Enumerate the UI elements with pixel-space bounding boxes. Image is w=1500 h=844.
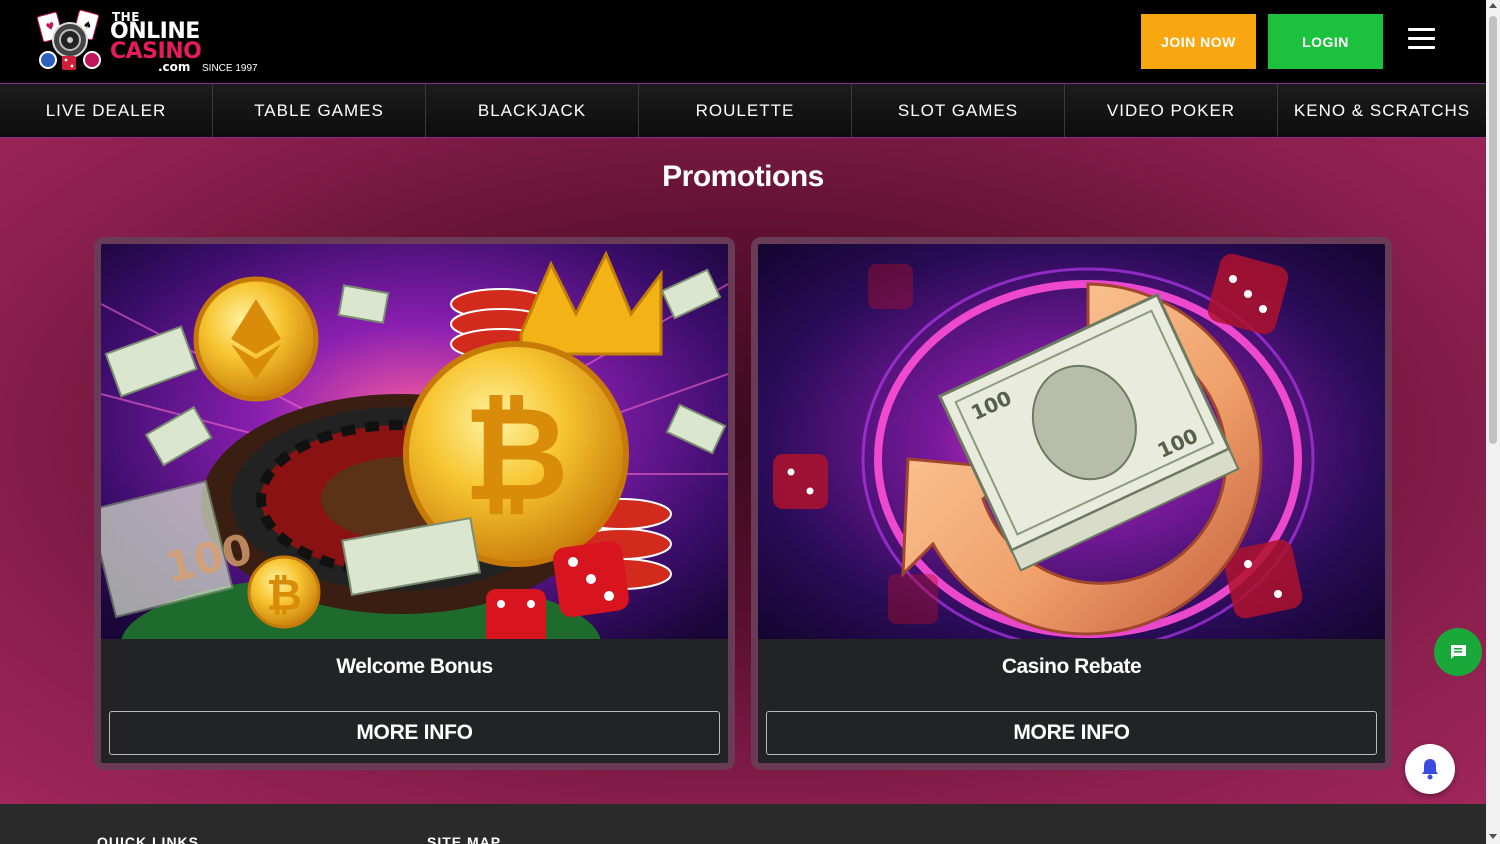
nav-item-video-poker[interactable]: VIDEO POKER	[1065, 84, 1278, 137]
casino-rebate-image[interactable]: 100 100	[758, 244, 1385, 639]
page: ♥ ♠ THE ONLINE CASINO .com SINCE 1997 JO…	[0, 0, 1500, 844]
nav-item-roulette[interactable]: ROULETTE	[639, 84, 852, 137]
site-logo[interactable]: ♥ ♠ THE ONLINE CASINO .com SINCE 1997	[34, 8, 264, 78]
nav-item-slot-games[interactable]: SLOT GAMES	[852, 84, 1065, 137]
notification-button[interactable]	[1405, 744, 1455, 794]
nav-item-table-games[interactable]: TABLE GAMES	[213, 84, 426, 137]
scroll-down-arrow-icon[interactable]	[1489, 834, 1497, 839]
nav-item-live-dealer[interactable]: LIVE DEALER	[0, 84, 213, 137]
promo-card-casino-rebate: 100 100 Casino Rebate MORE INFO	[751, 237, 1392, 770]
more-info-button[interactable]: MORE INFO	[109, 711, 720, 755]
join-now-button[interactable]: JOIN NOW	[1141, 14, 1256, 69]
logo-text-com: .com	[158, 60, 191, 74]
promo-card-body: 100 100 Casino Rebate MORE INFO	[758, 244, 1385, 763]
promo-card-body: ₿ ₿ 100 Welcome Bonus MORE INFO	[101, 244, 728, 763]
site-footer: QUICK LINKS SITE MAP	[0, 804, 1486, 844]
site-header: ♥ ♠ THE ONLINE CASINO .com SINCE 1997 JO…	[0, 0, 1486, 84]
scroll-thumb[interactable]	[1489, 16, 1497, 444]
svg-text:₿: ₿	[463, 378, 569, 530]
page-scrollbar[interactable]	[1486, 0, 1500, 844]
footer-heading-quick-links: QUICK LINKS	[97, 834, 199, 844]
page-title: Promotions	[662, 160, 824, 193]
footer-heading-site-map: SITE MAP	[427, 834, 502, 844]
nav-item-keno-scratchs[interactable]: KENO & SCRATCHS	[1278, 84, 1486, 137]
promo-card-title: Welcome Bonus	[336, 655, 493, 678]
chat-button[interactable]	[1434, 628, 1482, 676]
scroll-up-arrow-icon[interactable]	[1489, 3, 1497, 8]
login-button[interactable]: LOGIN	[1268, 14, 1383, 69]
hamburger-menu-icon[interactable]	[1408, 28, 1438, 52]
logo-chips-icon: ♥ ♠	[36, 10, 101, 70]
logo-text-since: SINCE 1997	[202, 63, 258, 74]
welcome-bonus-image[interactable]: ₿ ₿ 100	[101, 244, 728, 639]
promotions-section: Promotions ₿ ₿ 100 Welcome Bonus MORE IN…	[0, 138, 1486, 804]
more-info-button[interactable]: MORE INFO	[766, 711, 1377, 755]
promo-card-title: Casino Rebate	[1001, 655, 1142, 678]
bell-icon	[1422, 759, 1438, 780]
main-nav: LIVE DEALER TABLE GAMES BLACKJACK ROULET…	[0, 84, 1486, 138]
nav-item-blackjack[interactable]: BLACKJACK	[426, 84, 639, 137]
svg-text:₿: ₿	[266, 570, 302, 621]
chat-icon	[1451, 645, 1466, 659]
promo-card-welcome-bonus: ₿ ₿ 100 Welcome Bonus MORE INFO	[94, 237, 735, 770]
